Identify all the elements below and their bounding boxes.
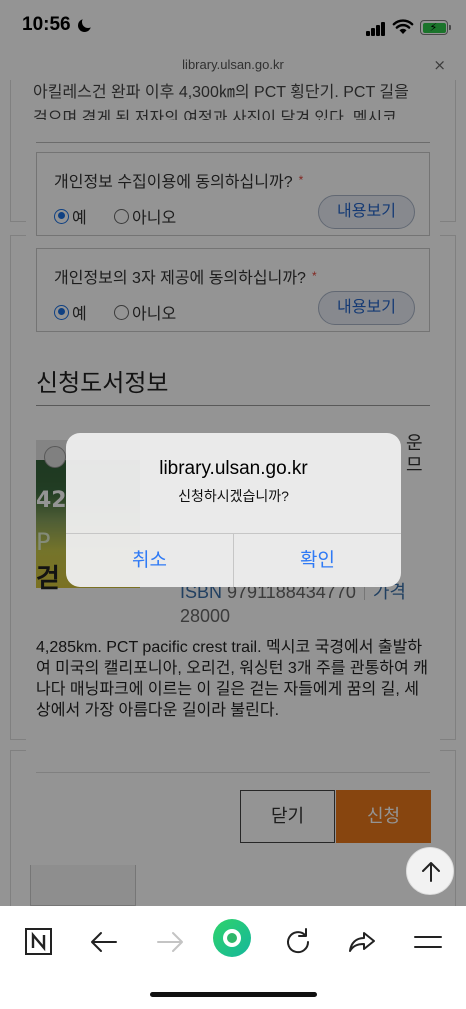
share-icon[interactable]: [340, 920, 384, 964]
confirm-dialog: library.ulsan.go.kr 신청하시겠습니까? 취소 확인: [66, 433, 401, 587]
naver-n-icon[interactable]: [16, 920, 60, 964]
dialog-message: 신청하시겠습니까?: [178, 488, 289, 504]
reload-icon[interactable]: [276, 920, 320, 964]
forward-arrow-icon[interactable]: [148, 920, 192, 964]
back-arrow-icon[interactable]: [82, 920, 126, 964]
arrow-up-icon: [422, 862, 440, 882]
green-circle-icon[interactable]: [210, 916, 254, 960]
scroll-top-button[interactable]: [406, 847, 454, 895]
menu-icon[interactable]: [406, 920, 450, 964]
cancel-button[interactable]: 취소: [66, 534, 233, 587]
dialog-title: library.ulsan.go.kr: [159, 458, 308, 479]
confirm-button[interactable]: 확인: [234, 534, 401, 587]
home-indicator: [150, 992, 317, 997]
